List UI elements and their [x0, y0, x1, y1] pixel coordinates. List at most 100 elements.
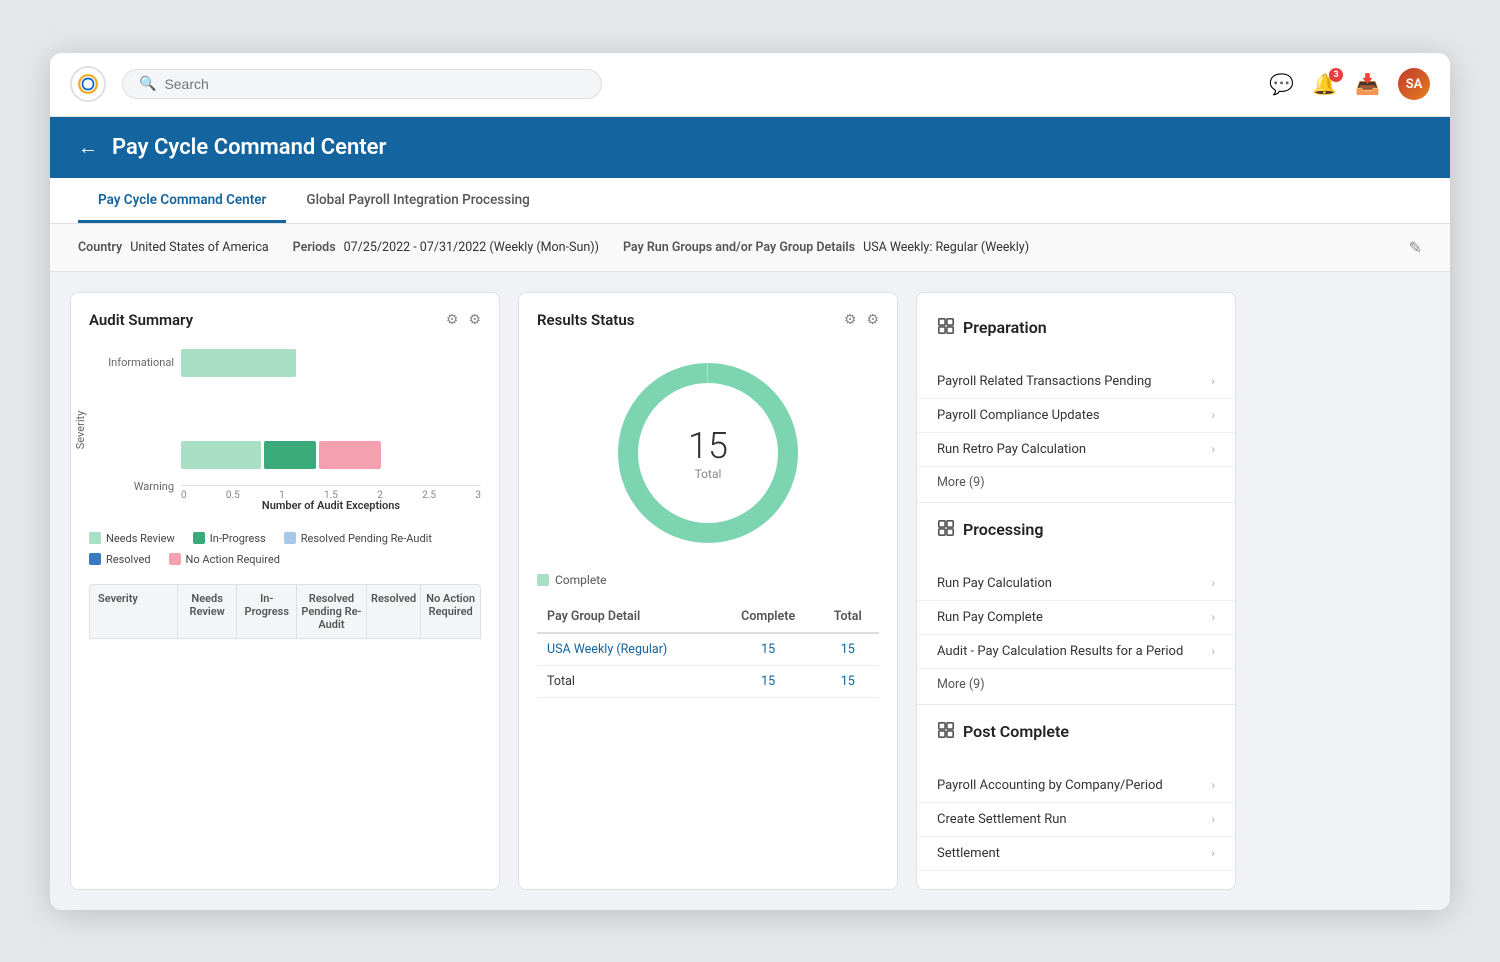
row-label-warning: Warning [99, 480, 174, 493]
results-panel-header: Results Status ⚙ ⚙ [537, 311, 879, 329]
chevron-right-icon: › [1211, 576, 1215, 590]
bars-warning [181, 441, 381, 469]
table-header-needs-review: Needs Review [178, 585, 238, 638]
row-label-informational: Informational [99, 356, 174, 369]
preparation-items: Payroll Related Transactions Pending › P… [917, 365, 1235, 498]
results-filter-icon[interactable]: ⚙ [844, 312, 857, 328]
tab-global-payroll[interactable]: Global Payroll Integration Processing [286, 178, 549, 223]
top-navigation: 🔍 💬 🔔 3 📥 SA [50, 53, 1450, 117]
notification-badge: 3 [1329, 68, 1343, 82]
chevron-right-icon: › [1211, 408, 1215, 422]
rp-item-retro-pay[interactable]: Run Retro Pay Calculation › [917, 433, 1235, 467]
donut-total-number: 15 [688, 425, 728, 467]
chevron-right-icon: › [1211, 812, 1215, 826]
rp-more-processing[interactable]: More (9) [917, 669, 1235, 700]
back-button[interactable]: ← [78, 135, 98, 160]
processing-title: Processing [937, 513, 1215, 541]
country-label: Country [78, 240, 122, 255]
rp-item-run-pay-complete[interactable]: Run Pay Complete › [917, 601, 1235, 635]
avatar[interactable]: SA [1398, 68, 1430, 100]
usa-weekly-link[interactable]: USA Weekly (Regular) [547, 642, 667, 657]
chevron-right-icon: › [1211, 846, 1215, 860]
post-complete-section: Post Complete [917, 715, 1235, 769]
preparation-section: Preparation [917, 311, 1235, 365]
bar-pink-warn [319, 441, 381, 469]
rp-item-create-settlement[interactable]: Create Settlement Run › [917, 803, 1235, 837]
status-dot [537, 574, 549, 586]
table-header-resolved: Resolved [367, 585, 422, 638]
divider-1 [917, 502, 1235, 503]
chart-row-informational: Informational [181, 349, 481, 377]
chevron-right-icon: › [1211, 610, 1215, 624]
chevron-right-icon: › [1211, 778, 1215, 792]
page-header: ← Pay Cycle Command Center [50, 117, 1450, 178]
table-cell-total-complete: 15 [720, 665, 817, 697]
processing-icon [937, 519, 955, 541]
legend-needs-review: Needs Review [89, 532, 175, 545]
post-complete-title: Post Complete [937, 715, 1215, 743]
notification-icon[interactable]: 🔔 3 [1312, 72, 1337, 96]
status-text: Complete [555, 573, 607, 587]
bar-mint-warn [181, 441, 261, 469]
chart-legend: Needs Review In-Progress Resolved Pendin… [89, 532, 481, 566]
rp-item-settlement[interactable]: Settlement › [917, 837, 1235, 871]
rp-item-compliance[interactable]: Payroll Compliance Updates › [917, 399, 1235, 433]
processing-section: Processing [917, 513, 1235, 567]
periods-label: Periods [293, 240, 336, 255]
chevron-right-icon: › [1211, 374, 1215, 388]
rp-item-payroll-transactions[interactable]: Payroll Related Transactions Pending › [917, 365, 1235, 399]
table-row: USA Weekly (Regular) 15 15 [537, 633, 879, 666]
table-cell-name: USA Weekly (Regular) [537, 633, 720, 666]
results-settings-icon[interactable]: ⚙ [866, 312, 879, 328]
post-complete-icon [937, 721, 955, 743]
table-header-resolved-pending: Resolved Pending Re-Audit [297, 585, 367, 638]
nav-icons-group: 💬 🔔 3 📥 SA [1269, 68, 1430, 100]
filter-bar: Country United States of America Periods… [50, 224, 1450, 272]
table-cell-complete: 15 [720, 633, 817, 666]
chat-icon[interactable]: 💬 [1269, 72, 1294, 96]
divider-2 [917, 704, 1235, 705]
bar-mint-info [181, 349, 296, 377]
bars-informational [181, 349, 296, 377]
table-header-in-progress: In-Progress [237, 585, 297, 638]
right-panel: Preparation Payroll Related Transactions… [916, 292, 1236, 890]
tab-pay-cycle[interactable]: Pay Cycle Command Center [78, 178, 286, 223]
edit-filter-icon[interactable]: ✎ [1409, 238, 1422, 257]
status-indicator: Complete [537, 573, 879, 587]
rp-item-run-pay-calc[interactable]: Run Pay Calculation › [917, 567, 1235, 601]
rp-item-payroll-accounting[interactable]: Payroll Accounting by Company/Period › [917, 769, 1235, 803]
filter-adjust-icon[interactable]: ⚙ [446, 312, 459, 328]
results-status-panel: Results Status ⚙ ⚙ 15 Total [518, 292, 898, 890]
audit-panel-header: Audit Summary ⚙ ⚙ [89, 311, 481, 329]
results-panel-icons: ⚙ ⚙ [844, 312, 879, 328]
table-cell-total-label: Total [537, 665, 720, 697]
audit-summary-panel: Audit Summary ⚙ ⚙ Severity Informational [70, 292, 500, 890]
search-bar[interactable]: 🔍 [122, 69, 602, 99]
search-input[interactable] [164, 76, 585, 92]
table-header-severity: Severity [90, 585, 178, 638]
legend-in-progress: In-Progress [193, 532, 266, 545]
audit-title: Audit Summary [89, 311, 193, 329]
table-col-total: Total [816, 601, 879, 633]
legend-resolved: Resolved [89, 553, 151, 566]
table-cell-total-total: 15 [816, 665, 879, 697]
chevron-right-icon: › [1211, 644, 1215, 658]
inbox-icon[interactable]: 📥 [1355, 72, 1380, 96]
app-window: 🔍 💬 🔔 3 📥 SA ← Pay Cycle Command Center … [50, 53, 1450, 910]
results-title: Results Status [537, 311, 634, 329]
tabs-bar: Pay Cycle Command Center Global Payroll … [50, 178, 1450, 224]
workday-logo-circle [70, 66, 106, 102]
pay-run-label: Pay Run Groups and/or Pay Group Details [623, 240, 855, 255]
y-axis-label: Severity [74, 411, 87, 450]
settings-icon[interactable]: ⚙ [468, 312, 481, 328]
legend-resolved-pending: Resolved Pending Re-Audit [284, 532, 432, 545]
pay-run-value: USA Weekly: Regular (Weekly) [863, 240, 1029, 255]
table-row-total: Total 15 15 [537, 665, 879, 697]
country-value: United States of America [130, 240, 268, 255]
rp-more-preparation[interactable]: More (9) [917, 467, 1235, 498]
table-cell-total: 15 [816, 633, 879, 666]
rp-item-audit-calc[interactable]: Audit - Pay Calculation Results for a Pe… [917, 635, 1235, 669]
audit-panel-icons: ⚙ ⚙ [446, 312, 481, 328]
table-header-no-action: No Action Required [421, 585, 480, 638]
page-title: Pay Cycle Command Center [112, 135, 386, 160]
